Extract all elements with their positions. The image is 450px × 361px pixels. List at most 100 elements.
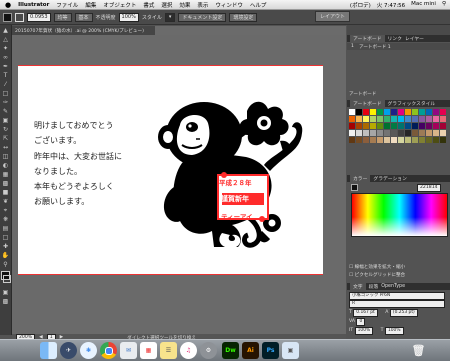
scale-strokes-checkbox[interactable]: ☐ 線幅と効果を拡大・縮小 [349, 264, 448, 270]
hand-tool-icon[interactable]: ✋ [2, 252, 9, 259]
stroke-weight-field[interactable]: 0.0953 [27, 12, 51, 22]
rotate-tool-icon[interactable]: ↻ [2, 126, 9, 133]
stroke-profile-select[interactable]: 均等 [53, 12, 72, 22]
eraser-tool-icon[interactable]: ▣ [2, 117, 9, 124]
notes-icon[interactable]: ☰ [160, 342, 177, 359]
tab-character[interactable]: 文字 [350, 283, 366, 290]
workspace-switcher[interactable]: レイアウト [314, 11, 350, 22]
type-tool-icon[interactable]: T [2, 72, 9, 79]
paintbrush-tool-icon[interactable]: ✑ [2, 99, 9, 106]
color-fill-swatch[interactable] [351, 184, 358, 191]
perspective-grid-tool-icon[interactable]: ▦ [2, 171, 9, 178]
apple-menu-icon[interactable]: ● [5, 1, 11, 9]
fill-swatch[interactable] [3, 12, 12, 22]
swatch-grid[interactable] [349, 109, 448, 143]
app-menu[interactable]: Illustrator [18, 2, 49, 8]
color-panel-tabs: カラー グラデーション [347, 175, 450, 182]
opacity-field[interactable]: 100% [118, 12, 139, 22]
line-tool-icon[interactable]: ⁄ [2, 81, 9, 88]
system-preferences-icon[interactable]: ⚙ [200, 342, 217, 359]
preferences-button[interactable]: 環境設定 [229, 12, 258, 22]
symbol-sprayer-tool-icon[interactable]: ❋ [2, 216, 9, 223]
dreamweaver-icon[interactable]: Dw [222, 342, 239, 359]
font-family-row: 小塚ゴシック Pr6N [349, 292, 448, 300]
font-family-field[interactable]: 小塚ゴシック Pr6N [349, 292, 445, 300]
tab-links[interactable]: リンク [388, 35, 402, 42]
slice-tool-icon[interactable]: ✚ [2, 243, 9, 250]
tab-graphic-styles[interactable]: グラフィックスタイル [388, 100, 436, 107]
mesh-tool-icon[interactable]: ▩ [2, 180, 9, 187]
user-name[interactable]: Mac mini [411, 1, 436, 9]
width-tool-icon[interactable]: ↔ [2, 144, 9, 151]
direct-selection-tool-icon[interactable]: △ [2, 36, 9, 43]
scale-tool-icon[interactable]: ⇱ [2, 135, 9, 142]
blend-tool-icon[interactable]: ⌖ [2, 207, 9, 214]
menu-item-help[interactable]: ヘルプ [250, 1, 267, 9]
artboard-tool-icon[interactable]: □ [2, 234, 9, 241]
menu-item-window[interactable]: ウィンドウ [215, 1, 243, 9]
battery-indicator[interactable]: (ポロデ) [350, 1, 371, 9]
pencil-tool-icon[interactable]: ✎ [2, 108, 9, 115]
menu-item-object[interactable]: オブジェクト [103, 1, 136, 9]
tab-color[interactable]: カラー [350, 175, 371, 182]
pen-tool-icon[interactable]: ✒ [2, 63, 9, 70]
magic-wand-tool-icon[interactable]: ✦ [2, 45, 9, 52]
rectangle-tool-icon[interactable]: □ [2, 90, 9, 97]
graph-tool-icon[interactable]: ▤ [2, 225, 9, 232]
mail-icon[interactable]: ✉ [120, 342, 137, 359]
eyedropper-tool-icon[interactable]: ❦ [2, 198, 9, 205]
spotlight-icon[interactable]: ⚲ [442, 1, 446, 9]
menu-item-type[interactable]: 書式 [143, 1, 154, 9]
tracking-field[interactable]: 0 [356, 318, 366, 326]
gradient-tool-icon[interactable]: ■ [2, 189, 9, 196]
photoshop-icon[interactable]: Ps [262, 342, 279, 359]
artboard-list-row[interactable]: 1 アートボード 1 [347, 43, 450, 50]
greeting-line: 昨年中は、大変お世話に [34, 151, 122, 161]
tab-paragraph[interactable]: 段落 [369, 283, 379, 290]
align-pixel-grid-checkbox[interactable]: ☐ ピクセルグリッドに整合 [349, 272, 448, 278]
trash-icon[interactable]: 🗑 [410, 342, 427, 359]
fill-stroke-widget[interactable] [0, 271, 11, 287]
chrome-icon[interactable] [100, 342, 117, 359]
calendar-icon[interactable]: ▦ [140, 342, 157, 359]
vertical-scale-field[interactable]: 100% [354, 327, 374, 335]
zoom-tool-icon[interactable]: ⚲ [2, 261, 9, 268]
finder-icon[interactable] [40, 342, 57, 359]
stamp-line-3: ティーアイ [221, 213, 253, 221]
safari-icon[interactable]: ❃ [80, 342, 97, 359]
menu-item-select[interactable]: 選択 [161, 1, 172, 9]
brush-select[interactable]: 基本 [74, 12, 93, 22]
tab-gradient[interactable]: グラデーション [373, 175, 406, 182]
clock[interactable]: 火 7:47:56 [377, 1, 405, 9]
canvas[interactable]: 明けましておめでとう ございます。 昨年中は、大変お世話に なりました。 本年も… [12, 35, 346, 335]
itunes-icon[interactable]: ♫ [180, 342, 197, 359]
tab-swatches[interactable]: アートボード [350, 100, 385, 107]
tab-opentype[interactable]: OpenType [381, 284, 405, 289]
document-tab[interactable]: 20150707年賀状（猿の水）.ai @ 200% (CMYK/プレビュー) [12, 26, 155, 35]
launchpad-icon[interactable]: ✈ [60, 342, 77, 359]
menu-item-file[interactable]: ファイル [56, 1, 78, 9]
tab-layers[interactable]: レイヤー [405, 35, 424, 42]
font-size-field[interactable]: 0.167 pt [353, 309, 378, 317]
color-hex-field[interactable]: 221814 [417, 183, 441, 192]
menu-item-effect[interactable]: 効果 [179, 1, 190, 9]
preview-icon[interactable]: ▣ [282, 342, 299, 359]
illustrator-icon[interactable]: Ai [242, 342, 259, 359]
style-select[interactable]: ▾ [164, 12, 176, 22]
screen-mode-icon[interactable]: ▩ [2, 298, 9, 305]
color-spectrum[interactable] [351, 193, 448, 237]
selection-tool-icon[interactable]: ▲ [2, 27, 9, 34]
leading-field[interactable]: (0.253 pt) [389, 309, 418, 317]
document-setup-button[interactable]: ドキュメント設定 [178, 12, 227, 22]
draw-mode-icon[interactable]: ▣ [2, 289, 9, 296]
lasso-tool-icon[interactable]: ∞ [2, 54, 9, 61]
tab-artboards[interactable]: アートボード [350, 35, 385, 42]
stroke-swatch[interactable] [15, 12, 24, 22]
font-style-field[interactable]: R [349, 300, 445, 308]
horizontal-scale-field[interactable]: 100% [384, 327, 404, 335]
shape-builder-tool-icon[interactable]: ◐ [2, 162, 9, 169]
menu-item-view[interactable]: 表示 [197, 1, 208, 9]
menu-item-edit[interactable]: 編集 [85, 1, 96, 9]
free-transform-tool-icon[interactable]: ◫ [2, 153, 9, 160]
scale-row: IT 100% T 100% [349, 327, 448, 335]
